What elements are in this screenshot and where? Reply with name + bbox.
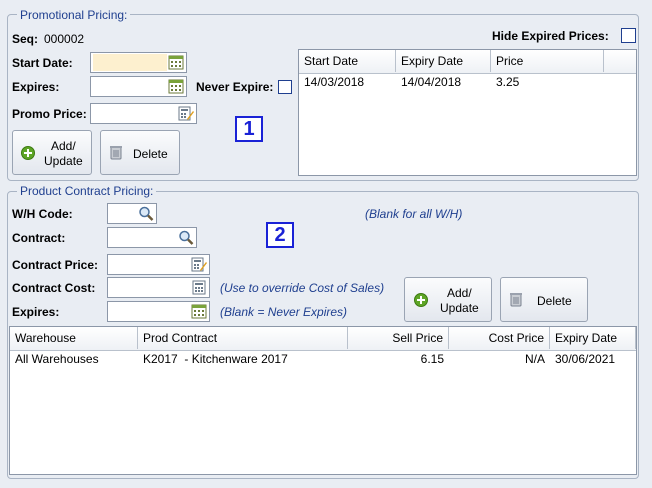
contract-add-label-1: Add/ — [447, 286, 472, 300]
promo-delete-button[interactable]: Delete — [100, 130, 180, 175]
contract-price-table: Warehouse Prod Contract Sell Price Cost … — [9, 326, 637, 475]
promo-add-label-2: Update — [44, 154, 83, 168]
contract-expires-input[interactable] — [110, 303, 192, 320]
hide-expired-label: Hide Expired Prices: — [492, 29, 609, 43]
seq-label: Seq: — [12, 32, 39, 46]
contract-col-cost-price[interactable]: Cost Price — [449, 327, 550, 349]
promo-col-start-date[interactable]: Start Date — [299, 50, 396, 72]
contract-col-warehouse[interactable]: Warehouse — [10, 327, 138, 349]
calendar-icon[interactable] — [168, 55, 184, 70]
contract-delete-button[interactable]: Delete — [500, 277, 588, 322]
expires-input[interactable] — [93, 78, 167, 95]
contract-cost-field[interactable] — [107, 277, 210, 298]
contract-table-header: Warehouse Prod Contract Sell Price Cost … — [10, 327, 636, 351]
contract-cost-input[interactable] — [110, 279, 192, 296]
section-marker-2: 2 — [266, 222, 294, 248]
wh-code-note: (Blank for all W/H) — [365, 207, 463, 221]
contract-cell-sell-price: 6.15 — [420, 352, 444, 366]
add-icon — [414, 293, 428, 307]
contract-expires-label: Expires: — [12, 305, 60, 319]
contract-cell-expiry-date: 30/06/2021 — [555, 352, 616, 366]
promo-add-label-1: Add/ — [51, 139, 76, 153]
start-date-input[interactable] — [93, 54, 167, 71]
expires-field[interactable] — [90, 76, 187, 97]
contract-add-update-button[interactable]: Add/ Update — [404, 277, 492, 322]
promo-col-price[interactable]: Price — [491, 50, 604, 72]
contract-price-label: Contract Price: — [12, 258, 99, 272]
expires-label: Expires: — [12, 80, 60, 94]
calendar-icon[interactable] — [168, 79, 184, 94]
contract-col-prod-contract[interactable]: Prod Contract — [138, 327, 348, 349]
contract-add-label-2: Update — [440, 301, 479, 315]
hide-expired-checkbox[interactable] — [621, 28, 636, 43]
calendar-icon[interactable] — [191, 304, 207, 319]
promo-col-expiry-date[interactable]: Expiry Date — [396, 50, 491, 72]
promo-table-header: Start Date Expiry Date Price — [299, 50, 636, 74]
contract-price-input[interactable] — [110, 256, 192, 273]
contract-cell-cost-price: N/A — [524, 352, 545, 366]
promo-price-field[interactable] — [90, 103, 197, 124]
contract-price-field[interactable] — [107, 254, 210, 275]
section-marker-1: 1 — [235, 116, 263, 142]
promo-cell-start-date: 14/03/2018 — [304, 75, 365, 89]
promo-delete-label: Delete — [133, 147, 168, 161]
start-date-field[interactable] — [90, 52, 187, 73]
promotional-pricing-legend: Promotional Pricing: — [17, 8, 131, 22]
contract-cell-warehouse: All Warehouses — [15, 352, 99, 366]
trash-icon — [510, 293, 522, 307]
contract-expires-field[interactable] — [107, 301, 210, 322]
contract-cost-note: (Use to override Cost of Sales) — [220, 281, 385, 295]
promo-price-label: Promo Price: — [12, 107, 87, 121]
promo-price-table: Start Date Expiry Date Price 14/03/2018 … — [298, 49, 637, 176]
wh-code-label: W/H Code: — [12, 207, 73, 221]
start-date-label: Start Date: — [12, 56, 73, 70]
contract-cell-prod-contract: K2017 - Kitchenware 2017 — [143, 352, 288, 366]
promo-add-update-button[interactable]: Add/ Update — [12, 130, 92, 175]
contract-col-expiry-date[interactable]: Expiry Date — [550, 327, 636, 349]
promo-price-input[interactable] — [93, 105, 177, 122]
calculator-edit-icon[interactable] — [178, 106, 194, 121]
promo-cell-expiry-date: 14/04/2018 — [401, 75, 462, 89]
add-icon — [21, 146, 35, 160]
search-icon[interactable] — [178, 230, 194, 245]
contract-field[interactable] — [107, 227, 197, 248]
wh-code-input[interactable] — [110, 205, 139, 222]
never-expire-label: Never Expire: — [196, 80, 274, 94]
calculator-icon[interactable] — [191, 280, 207, 295]
contract-input[interactable] — [110, 229, 179, 246]
never-expire-checkbox[interactable] — [278, 80, 292, 94]
contract-delete-label: Delete — [537, 294, 572, 308]
table-row[interactable]: 14/03/2018 14/04/2018 3.25 — [299, 74, 636, 90]
trash-icon — [110, 146, 122, 160]
contract-cost-label: Contract Cost: — [12, 281, 96, 295]
calculator-edit-icon[interactable] — [191, 257, 207, 272]
seq-value: 000002 — [44, 32, 85, 46]
table-row[interactable]: All Warehouses K2017 - Kitchenware 2017 … — [10, 351, 636, 367]
contract-label: Contract: — [12, 231, 66, 245]
contract-col-sell-price[interactable]: Sell Price — [348, 327, 449, 349]
promo-cell-price: 3.25 — [496, 75, 520, 89]
wh-code-field[interactable] — [107, 203, 157, 224]
search-icon[interactable] — [138, 206, 154, 221]
contract-expires-note: (Blank = Never Expires) — [220, 305, 348, 319]
contract-pricing-legend: Product Contract Pricing: — [17, 184, 157, 198]
